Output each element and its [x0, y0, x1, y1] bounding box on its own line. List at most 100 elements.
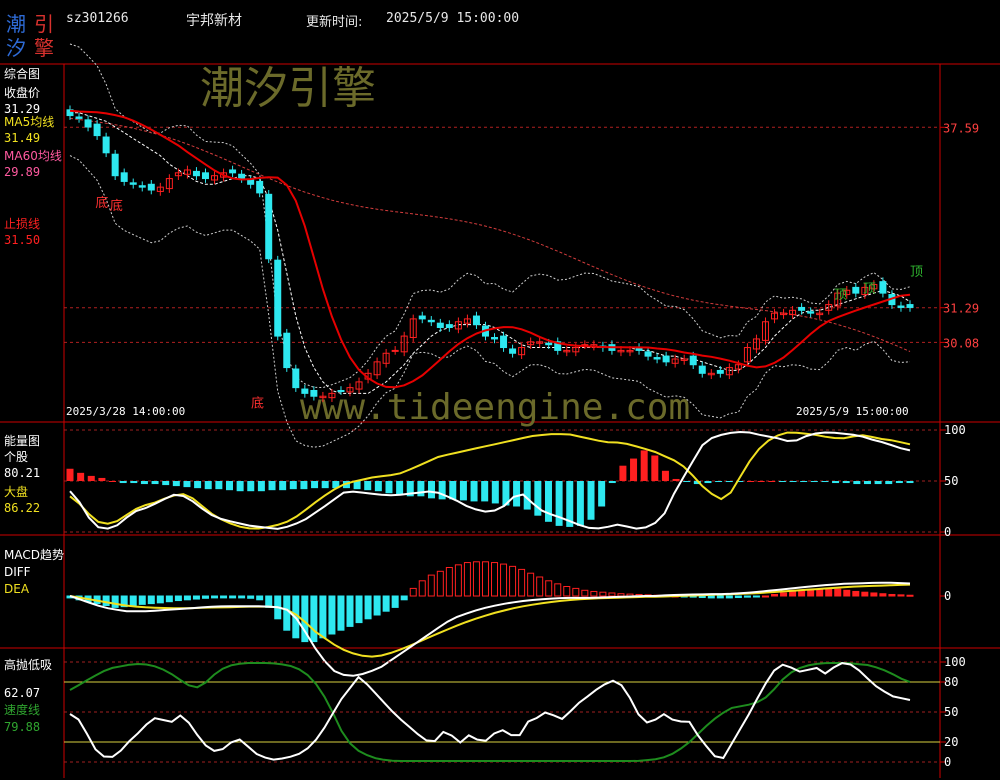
macd-bar — [310, 595, 318, 643]
macd-bar — [247, 595, 255, 599]
panel-title-energy: 能量图 — [4, 434, 40, 448]
energy-bar — [204, 481, 212, 490]
macd-bar — [572, 587, 580, 597]
candle — [238, 173, 246, 180]
candle — [427, 319, 435, 323]
axis-tick-label: 0 — [944, 755, 951, 769]
macd-bar — [337, 595, 345, 631]
energy-bar — [459, 481, 467, 501]
energy-bar — [874, 481, 882, 485]
axis-tick-label: 0 — [944, 525, 951, 539]
energy-bar — [895, 481, 903, 484]
panel-title-macd: MACD趋势 — [4, 548, 64, 562]
candle — [84, 119, 92, 128]
macd-bar — [861, 591, 869, 597]
macd-bar — [129, 595, 137, 606]
candle — [807, 311, 815, 314]
energy-bar — [853, 481, 861, 485]
macd-bar — [373, 595, 381, 616]
price-label: 31.29 — [943, 302, 979, 316]
energy-bar — [608, 481, 616, 484]
macd-bar — [346, 595, 354, 627]
end-time-label: 2025/5/9 15:00:00 — [796, 405, 909, 418]
candle — [229, 169, 237, 174]
candle — [147, 183, 155, 191]
energy-bar — [821, 481, 829, 483]
candle — [545, 342, 553, 346]
macd-bar — [771, 593, 779, 597]
energy-bar — [119, 481, 127, 484]
energy-bar — [300, 481, 308, 490]
energy-bar — [513, 481, 521, 507]
candle — [93, 123, 101, 137]
macd-bar — [798, 590, 806, 597]
signal-label: 顶 — [863, 282, 876, 297]
energy-bar — [768, 481, 776, 482]
energy-bar — [428, 481, 436, 499]
macd-bar — [734, 595, 742, 599]
macd-bar — [436, 570, 444, 597]
energy-bar — [247, 481, 255, 492]
macd-bar — [391, 595, 399, 608]
macd-bar — [906, 594, 914, 597]
energy-bar — [491, 481, 499, 504]
energy-bar — [832, 481, 840, 484]
macd-bar — [716, 595, 724, 599]
axis-tick-label: 100 — [944, 655, 966, 669]
macd-bar — [472, 561, 480, 597]
macd-bar — [879, 593, 887, 597]
macd-bar — [518, 568, 526, 597]
candle — [192, 170, 200, 177]
macd-bar — [581, 589, 589, 597]
macd-bar — [563, 586, 571, 597]
legend-label: MA60均线 — [4, 149, 62, 163]
macd-bar — [111, 595, 119, 608]
legend-value: 62.07 — [4, 686, 40, 700]
candle — [256, 180, 264, 194]
macd-bar — [138, 595, 146, 605]
legend-label: DEA — [4, 582, 30, 596]
axis-tick-label: 20 — [944, 735, 958, 749]
signal-label: 底 — [251, 396, 264, 412]
legend-label: 止损线 — [4, 217, 40, 231]
candle — [653, 357, 661, 360]
macd-bar — [852, 590, 860, 597]
candle — [129, 182, 137, 185]
legend-value: 86.22 — [4, 501, 40, 515]
signal-label: 顶 — [834, 288, 847, 303]
macd-bar — [463, 562, 471, 597]
macd-bar — [211, 595, 219, 599]
price-label: 30.08 — [943, 336, 979, 350]
energy-bar — [651, 455, 659, 481]
macd-bar — [843, 589, 851, 597]
energy-bar — [77, 472, 85, 481]
legend-value: 31.49 — [4, 131, 40, 145]
candle — [301, 388, 309, 394]
energy-bar — [321, 481, 329, 489]
energy-bar — [470, 481, 478, 502]
energy-bar — [364, 481, 372, 491]
candle — [102, 136, 110, 154]
macd-bar — [500, 563, 508, 597]
energy-bar — [162, 481, 170, 486]
candle — [897, 305, 905, 308]
macd-bar — [400, 595, 408, 601]
energy-bar — [140, 481, 148, 485]
energy-bar — [630, 458, 638, 481]
energy-bar — [555, 481, 563, 526]
macd-bar — [707, 595, 715, 599]
panel-title-main: 综合图 — [4, 66, 40, 81]
candle — [445, 324, 453, 328]
candle — [337, 389, 345, 392]
macd-bar — [807, 589, 815, 597]
energy-bar — [172, 481, 180, 487]
energy-bar — [778, 481, 786, 483]
macd-bar — [752, 595, 760, 598]
candle — [644, 351, 652, 357]
macd-bar — [454, 564, 462, 597]
energy-bar — [194, 481, 202, 489]
candle — [509, 348, 517, 354]
energy-bar — [863, 481, 871, 485]
energy-bar — [66, 468, 74, 481]
energy-bar — [109, 481, 117, 482]
